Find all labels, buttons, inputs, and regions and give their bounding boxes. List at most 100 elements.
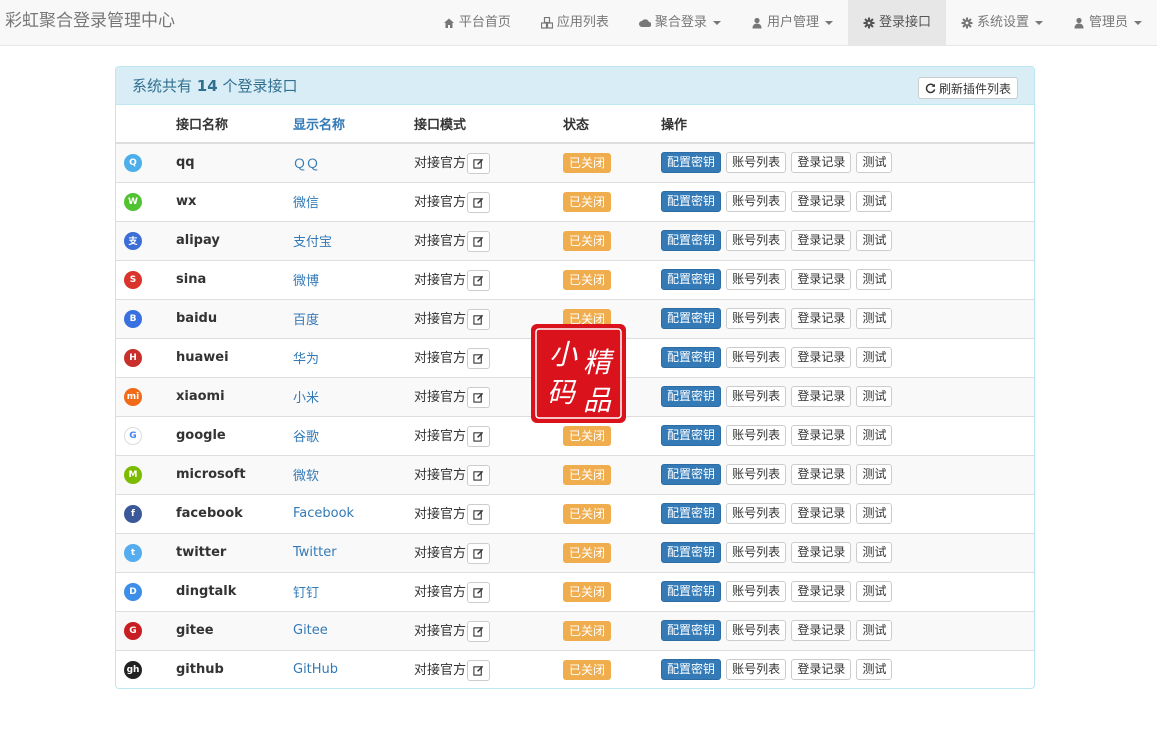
config-key-button[interactable]: 配置密钥 [661, 425, 722, 446]
edit-mode-button[interactable] [467, 308, 491, 330]
config-key-button[interactable]: 配置密钥 [661, 503, 722, 524]
test-button[interactable]: 测试 [856, 347, 893, 368]
interface-name: github [176, 649, 293, 688]
edit-mode-button[interactable] [467, 386, 491, 408]
config-key-button[interactable]: 配置密钥 [661, 386, 722, 407]
config-key-button[interactable]: 配置密钥 [661, 464, 722, 485]
edit-icon [473, 314, 484, 325]
edit-mode-button[interactable] [467, 659, 491, 681]
actions-cell: 配置密钥 账号列表 登录记录 测试 [661, 220, 1034, 260]
row-icon-cell: D [116, 571, 176, 611]
config-key-button[interactable]: 配置密钥 [661, 620, 722, 641]
config-key-button[interactable]: 配置密钥 [661, 581, 722, 602]
table-row: Qqq ＱＱ 对接官方 已关闭 配置密钥 账号列表 登录记录 测试 [116, 142, 1034, 182]
edit-mode-button[interactable] [467, 620, 491, 642]
edit-icon [473, 470, 484, 481]
test-button[interactable]: 测试 [856, 425, 893, 446]
config-key-button[interactable]: 配置密钥 [661, 308, 722, 329]
test-button[interactable]: 测试 [856, 191, 893, 212]
login-log-button[interactable]: 登录记录 [791, 620, 852, 641]
account-list-button[interactable]: 账号列表 [726, 620, 787, 641]
login-log-button[interactable]: 登录记录 [791, 269, 852, 290]
actions-cell: 配置密钥 账号列表 登录记录 测试 [661, 142, 1034, 182]
edit-mode-button[interactable] [467, 503, 491, 525]
edit-mode-button[interactable] [467, 347, 491, 369]
account-list-button[interactable]: 账号列表 [726, 464, 787, 485]
col-icon [116, 105, 176, 144]
brand-title[interactable]: 彩虹聚合登录管理中心 [5, 0, 175, 46]
login-log-button[interactable]: 登录记录 [791, 347, 852, 368]
nav-item-4[interactable]: 登录接口 [847, 0, 946, 46]
config-key-button[interactable]: 配置密钥 [661, 191, 722, 212]
login-log-button[interactable]: 登录记录 [791, 464, 852, 485]
test-button[interactable]: 测试 [856, 659, 893, 681]
test-button[interactable]: 测试 [856, 152, 893, 174]
login-log-button[interactable]: 登录记录 [791, 230, 852, 251]
login-log-button[interactable]: 登录记录 [791, 191, 852, 212]
account-list-button[interactable]: 账号列表 [726, 425, 787, 446]
mode-label: 对接官方 [414, 194, 467, 210]
login-log-button[interactable]: 登录记录 [791, 542, 852, 563]
main-nav: 平台首页 应用列表 聚合登录 用户管理 登录接口 系统设置 管理员 [428, 0, 1157, 46]
edit-mode-button[interactable] [467, 152, 491, 174]
edit-mode-button[interactable] [467, 269, 491, 291]
test-button[interactable]: 测试 [856, 620, 893, 641]
refresh-icon [925, 83, 936, 93]
edit-mode-button[interactable] [467, 191, 491, 213]
account-list-button[interactable]: 账号列表 [726, 503, 787, 524]
account-list-button[interactable]: 账号列表 [726, 659, 787, 681]
table-row: t twitter Twitter 对接官方 已关闭 配置密钥 账号列表 登录记录 测试 [116, 532, 1034, 572]
test-button[interactable]: 测试 [856, 503, 893, 524]
nav-item-5[interactable]: 系统设置 [946, 0, 1058, 46]
nav-item-2[interactable]: 聚合登录 [624, 0, 736, 46]
account-list-button[interactable]: 账号列表 [726, 386, 787, 407]
account-list-button[interactable]: 账号列表 [726, 152, 787, 174]
cloud-icon [638, 19, 651, 27]
edit-mode-button[interactable] [467, 542, 491, 564]
edit-mode-button[interactable] [467, 425, 491, 447]
config-key-button[interactable]: 配置密钥 [661, 152, 722, 174]
nav-item-6[interactable]: 管理员 [1058, 0, 1157, 46]
login-log-button[interactable]: 登录记录 [791, 152, 852, 174]
display-name: 微软 [293, 454, 414, 494]
account-list-button[interactable]: 账号列表 [726, 269, 787, 290]
edit-icon [473, 431, 484, 442]
config-key-button[interactable]: 配置密钥 [661, 269, 722, 290]
config-key-button[interactable]: 配置密钥 [661, 347, 722, 368]
user-icon [1074, 17, 1084, 29]
mode-cell: 对接官方 [414, 259, 563, 299]
login-log-button[interactable]: 登录记录 [791, 581, 852, 602]
nav-item-label: 系统设置 [976, 15, 1029, 30]
config-key-button[interactable]: 配置密钥 [661, 659, 722, 681]
account-list-button[interactable]: 账号列表 [726, 230, 787, 251]
account-list-button[interactable]: 账号列表 [726, 347, 787, 368]
test-button[interactable]: 测试 [856, 581, 893, 602]
account-list-button[interactable]: 账号列表 [726, 191, 787, 212]
login-log-button[interactable]: 登录记录 [791, 386, 852, 407]
test-button[interactable]: 测试 [856, 308, 893, 329]
test-button[interactable]: 测试 [856, 269, 893, 290]
edit-mode-button[interactable] [467, 230, 491, 252]
test-button[interactable]: 测试 [856, 542, 893, 563]
refresh-plugins-button[interactable]: 刷新插件列表 [917, 77, 1018, 99]
actions-cell: 配置密钥 账号列表 登录记录 测试 [661, 454, 1034, 494]
edit-mode-button[interactable] [467, 464, 491, 486]
panel-title: 系统共有 14 个登录接口 [132, 67, 297, 105]
login-log-button[interactable]: 登录记录 [791, 308, 852, 329]
login-log-button[interactable]: 登录记录 [791, 425, 852, 446]
test-button[interactable]: 测试 [856, 386, 893, 407]
account-list-button[interactable]: 账号列表 [726, 581, 787, 602]
config-key-button[interactable]: 配置密钥 [661, 542, 722, 563]
nav-item-1[interactable]: 应用列表 [526, 0, 624, 46]
account-list-button[interactable]: 账号列表 [726, 542, 787, 563]
nav-item-3[interactable]: 用户管理 [736, 0, 848, 46]
edit-mode-button[interactable] [467, 581, 491, 603]
status-cell: 已关闭 [563, 181, 661, 221]
config-key-button[interactable]: 配置密钥 [661, 230, 722, 251]
test-button[interactable]: 测试 [856, 464, 893, 485]
login-log-button[interactable]: 登录记录 [791, 503, 852, 524]
test-button[interactable]: 测试 [856, 230, 893, 251]
account-list-button[interactable]: 账号列表 [726, 308, 787, 329]
login-log-button[interactable]: 登录记录 [791, 659, 852, 681]
nav-item-0[interactable]: 平台首页 [428, 0, 526, 46]
